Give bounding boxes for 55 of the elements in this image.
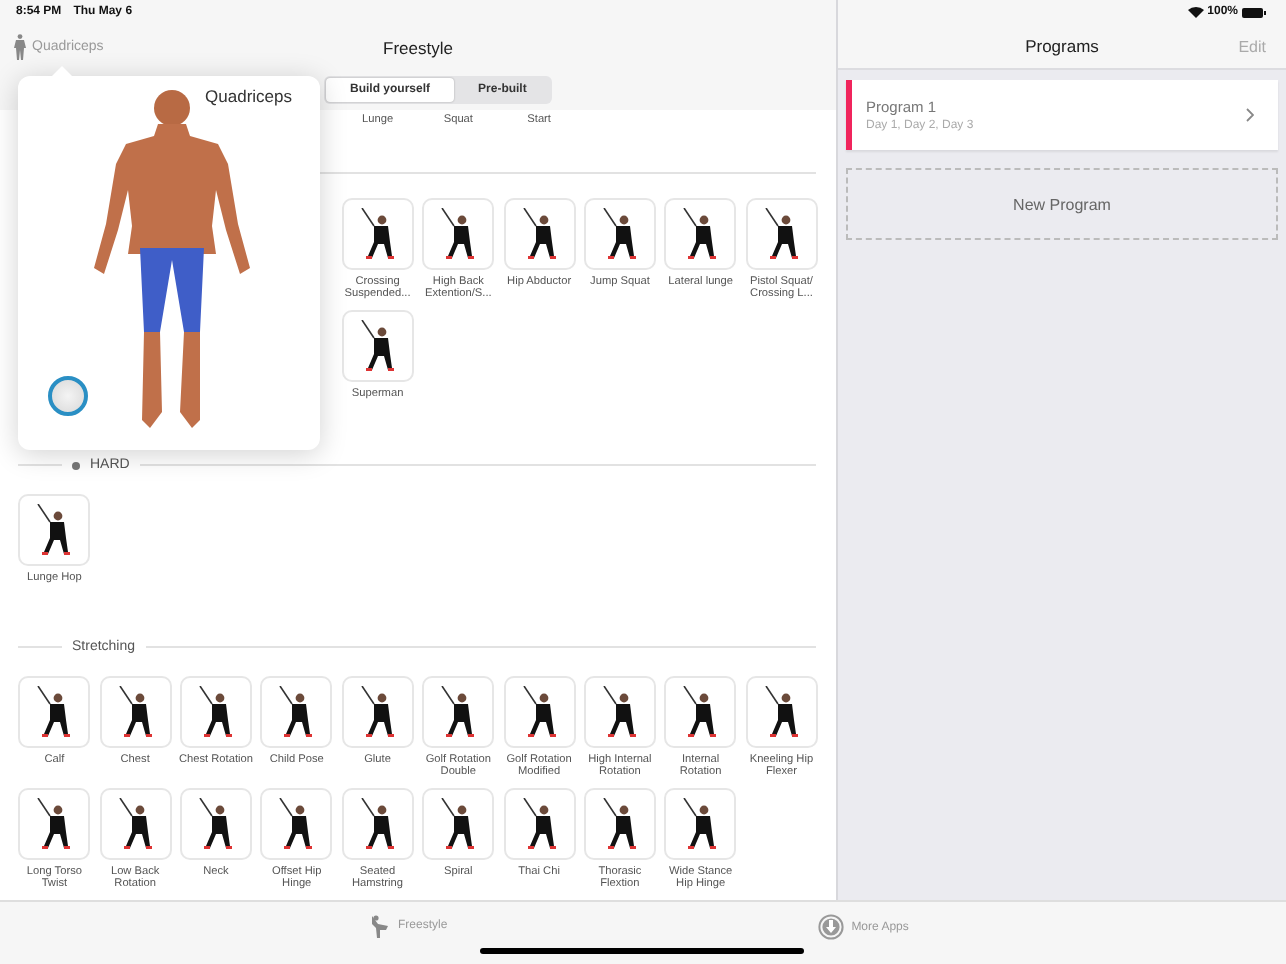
person-exercise-icon: [517, 797, 562, 849]
person-exercise-icon: [355, 797, 400, 849]
exercise-thumbnail[interactable]: [99, 787, 172, 859]
person-exercise-icon: [113, 685, 158, 737]
person-exercise-icon: [759, 207, 804, 259]
popover-arrow-icon: [50, 66, 74, 78]
new-program-button[interactable]: New Program: [846, 168, 1278, 240]
person-exercise-icon: [597, 797, 642, 849]
exercise-thumbnail[interactable]: [503, 787, 576, 859]
exercise-thumbnail[interactable]: [260, 675, 333, 747]
popover-title: Quadriceps: [205, 86, 292, 106]
chevron-right-icon: [1246, 108, 1254, 122]
exercise-thumbnail[interactable]: [583, 197, 656, 269]
person-exercise-icon: [517, 207, 562, 259]
person-exercise-icon: [193, 685, 238, 737]
exercise-thumbnail[interactable]: [341, 197, 414, 269]
exercise-thumbnail[interactable]: [583, 675, 656, 747]
exercise-thumbnail[interactable]: [341, 787, 414, 859]
exercise-thumbnail[interactable]: [99, 675, 172, 747]
body-figure-icon: [14, 34, 26, 60]
exercise-thumbnail[interactable]: [179, 675, 252, 747]
level-dot-icon: [72, 461, 80, 469]
person-exercise-icon: [597, 207, 642, 259]
exercise-thumbnail[interactable]: [503, 675, 576, 747]
exercise-thumbnail[interactable]: [664, 197, 737, 269]
person-exercise-icon: [759, 685, 804, 737]
exercise-thumbnail[interactable]: [341, 675, 414, 747]
person-exercise-icon: [597, 685, 642, 737]
person-exercise-icon: [355, 685, 400, 737]
exercise-thumbnail[interactable]: [422, 787, 495, 859]
person-exercise-icon: [517, 685, 562, 737]
person-exercise-icon: [355, 319, 400, 371]
person-exercise-icon: [113, 797, 158, 849]
battery-icon: [1242, 7, 1266, 17]
exercise-thumbnail[interactable]: [664, 675, 737, 747]
exercise-thumbnail[interactable]: [18, 787, 91, 859]
person-exercise-icon: [193, 797, 238, 849]
exercise-thumbnail[interactable]: [745, 675, 818, 747]
exercise-thumbnail[interactable]: [664, 787, 737, 859]
person-exercise-icon: [370, 914, 390, 938]
exercise-thumbnail[interactable]: [179, 787, 252, 859]
exercise-thumbnail[interactable]: [18, 493, 91, 565]
exercise-thumbnail[interactable]: [745, 197, 818, 269]
exercise-thumbnail[interactable]: [422, 675, 495, 747]
person-exercise-icon: [355, 207, 400, 259]
nav-title: Freestyle: [383, 37, 453, 57]
exercise-thumbnail[interactable]: [341, 309, 414, 381]
exercise-thumbnail[interactable]: [260, 787, 333, 859]
exercise-thumbnail[interactable]: [583, 787, 656, 859]
exercise-thumbnail[interactable]: [422, 197, 495, 269]
wifi-icon: [1187, 6, 1204, 18]
panel-title: Programs: [1025, 36, 1099, 56]
exercise-thumbnail[interactable]: [18, 675, 91, 747]
download-icon: [817, 914, 844, 940]
exercise-thumbnail[interactable]: [503, 197, 576, 269]
